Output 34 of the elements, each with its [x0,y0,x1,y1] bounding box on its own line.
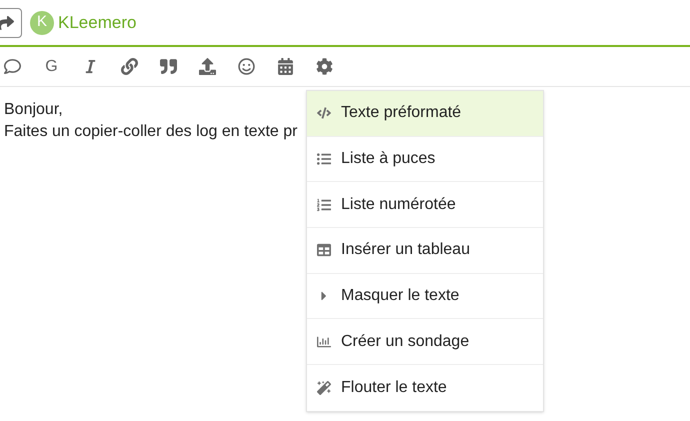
editor-text-line: Bonjour, [4,100,63,120]
menu-item[interactable]: Masquer le texte [307,274,543,320]
bullet-list-icon [317,152,331,166]
calendar-icon [277,58,294,75]
menu-item-label: Insérer un tableau [341,240,470,260]
menu-item[interactable]: Liste à puces [307,136,543,182]
comment-icon [4,58,21,75]
editor-text-line: Faites un copier-coller des log en texte pr [4,122,298,142]
bar-chart-icon [317,334,331,349]
italic-icon [83,59,98,74]
upload-icon [199,58,216,75]
username: KLeemero [58,12,136,34]
menu-item-label: Flouter le texte [341,378,447,398]
menu-item[interactable]: Insérer un tableau [307,228,543,274]
avatar: K [30,10,54,34]
menu-item-label: Masquer le texte [341,286,460,306]
wand-icon [317,380,331,395]
quote-icon [160,58,177,75]
menu-item-label: Créer un sondage [341,332,470,352]
menu-item[interactable]: Liste numérotée [307,182,543,228]
share-arrow-icon [0,14,14,30]
menu-item-label: Liste numérotée [341,194,456,215]
settings-icon [316,58,333,75]
menu-item[interactable]: Flouter le texte [307,365,543,411]
menu-item[interactable]: Créer un sondage [307,319,543,366]
emoji-icon [238,58,255,75]
numbered-list-icon [317,198,331,212]
link-icon [121,58,138,75]
menu-item-label: Texte préformaté [341,103,462,124]
table-icon [317,243,331,258]
bold-button[interactable]: G [32,48,71,84]
code-icon [317,106,331,120]
menu-item[interactable]: Texte préformaté [307,91,543,137]
menu-item-label: Liste à puces [341,149,436,170]
